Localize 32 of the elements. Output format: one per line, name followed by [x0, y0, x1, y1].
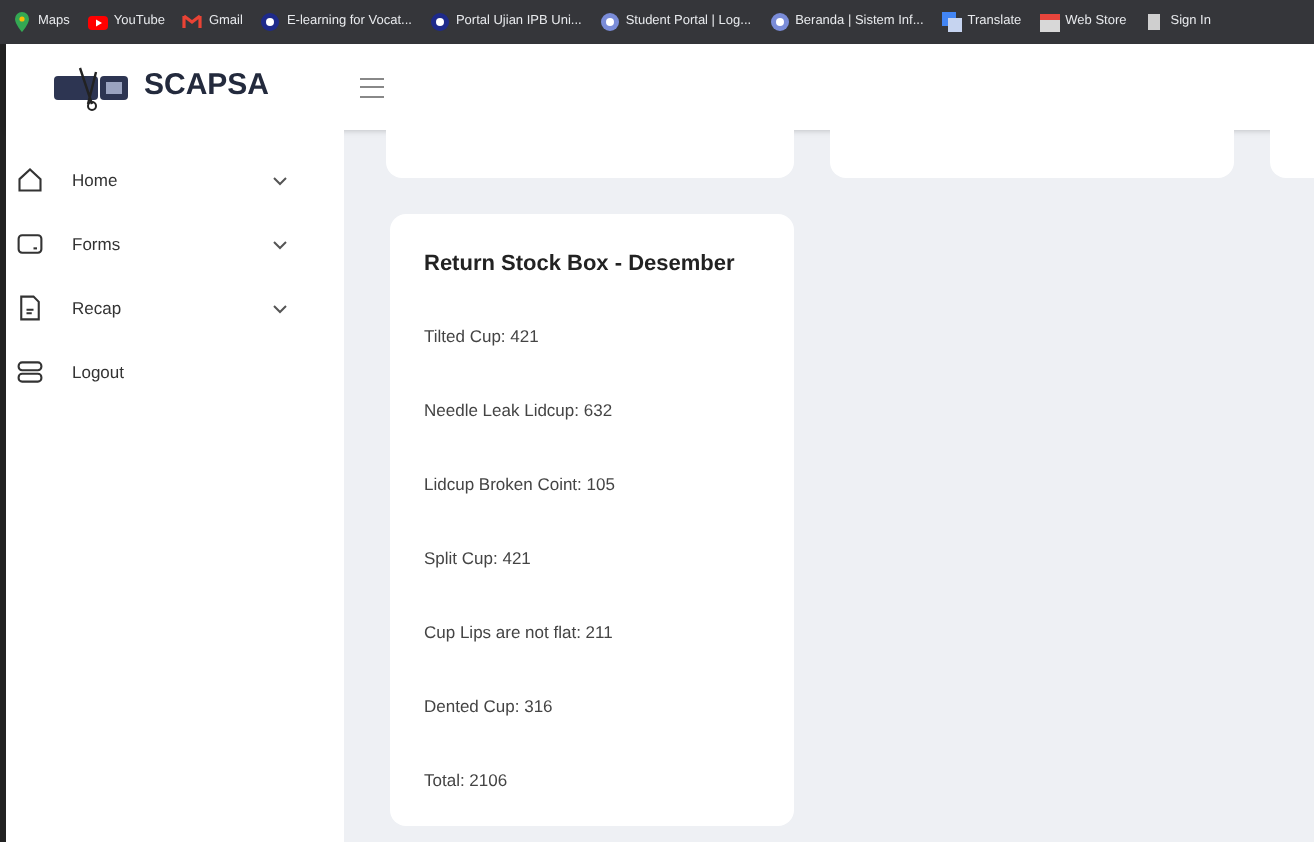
stock-count: Tilted Cup: 421 — [424, 323, 541, 350]
chevron-down-icon — [272, 239, 288, 249]
stock-count: Needle Leak Lidcup: 632 — [424, 397, 615, 424]
globe-icon — [260, 12, 281, 32]
page-icon — [1144, 12, 1165, 32]
map-pin-icon — [12, 12, 32, 32]
form-icon — [16, 230, 44, 258]
sidebar-item[interactable]: Recap — [6, 288, 344, 328]
stock-count: Lidcup Broken Coint: 105 — [424, 471, 617, 498]
stock-count: Dented Cup: 316 — [424, 693, 555, 720]
chevron-down-icon — [272, 175, 288, 185]
video-play-icon — [87, 12, 108, 32]
stock-count: Total: 2106 — [424, 767, 510, 793]
translate-icon — [941, 12, 962, 32]
sidebar-item[interactable]: Home — [6, 160, 344, 200]
home-icon — [16, 166, 44, 194]
sidebar-item[interactable]: Logout — [6, 352, 344, 392]
globe-icon — [429, 12, 450, 32]
stock-count: Cup Lips are not flat: 211 — [424, 619, 615, 646]
chevron-down-icon — [272, 303, 288, 313]
card-title: Return Stock Box - Desember — [424, 250, 737, 280]
stock-count: Split Cup: 421 — [424, 545, 533, 572]
stack-icon — [16, 358, 44, 386]
file-icon — [16, 294, 44, 322]
mail-icon — [182, 12, 203, 32]
sidebar-item[interactable]: Forms — [6, 224, 344, 264]
globe-icon — [769, 12, 790, 32]
brand-name: SCAPSA — [144, 66, 270, 107]
logo-icon — [52, 63, 132, 111]
menu-icon[interactable] — [360, 77, 384, 97]
globe-icon — [599, 12, 620, 32]
store-icon — [1039, 12, 1060, 32]
